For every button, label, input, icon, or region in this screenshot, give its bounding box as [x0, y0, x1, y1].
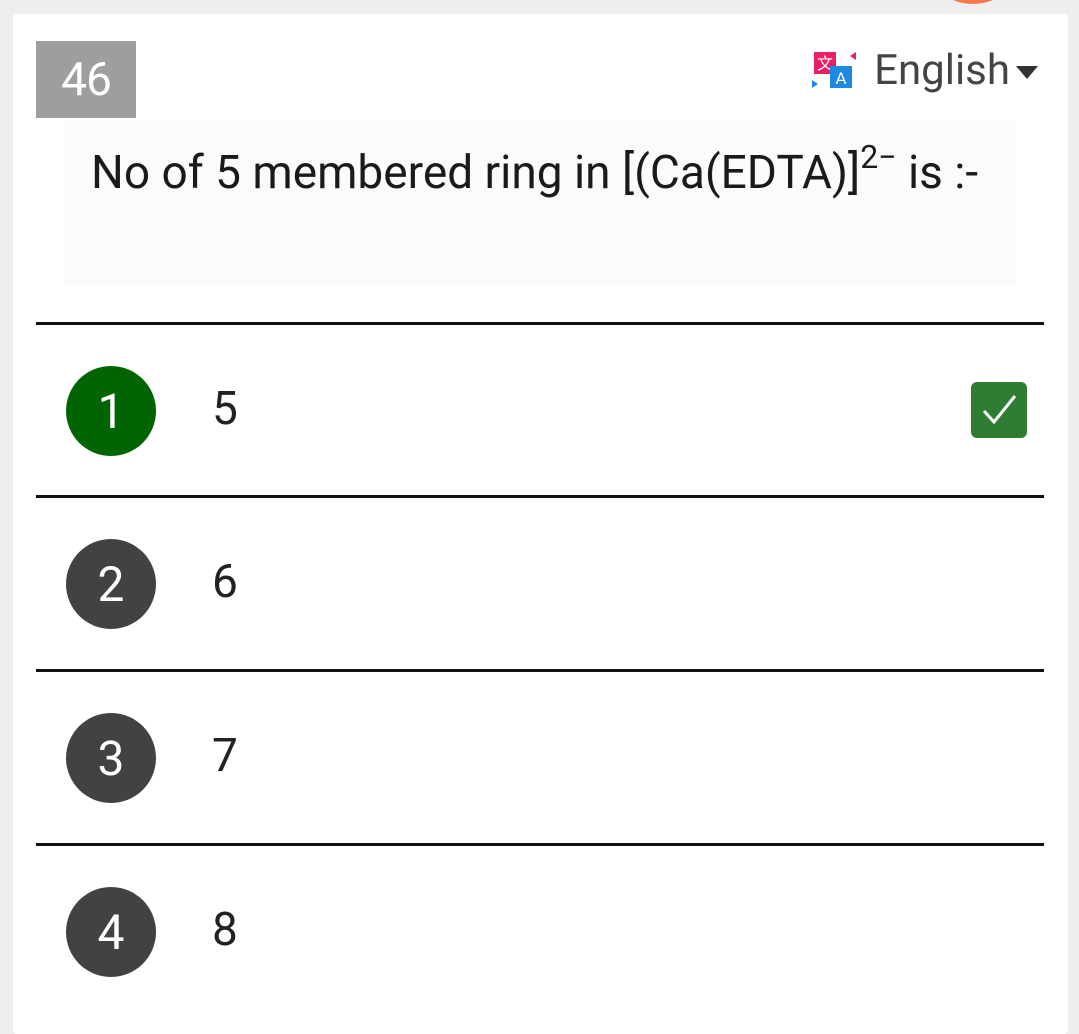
option-2[interactable]: 2 6 — [36, 498, 1044, 668]
question-text: No of 5 membered ring in [(Ca(EDTA)]2− i… — [91, 141, 1001, 200]
option-value: 6 — [212, 555, 238, 609]
language-selector[interactable]: 文 A English — [812, 45, 1038, 95]
question-box: No of 5 membered ring in [(Ca(EDTA)]2− i… — [65, 120, 1016, 286]
option-3[interactable]: 3 7 — [36, 672, 1044, 842]
question-number: 46 — [36, 41, 136, 118]
option-value: 8 — [212, 903, 238, 957]
question-text-superscript: 2− — [860, 138, 897, 176]
question-text-tail: is :- — [896, 146, 979, 200]
option-1[interactable]: 1 5 — [36, 325, 1044, 495]
option-number-badge: 3 — [66, 713, 156, 803]
notification-dot — [943, 0, 1003, 4]
checkmark-icon — [982, 395, 1017, 425]
option-number-badge: 4 — [66, 887, 156, 977]
caret-down-icon — [1016, 65, 1038, 79]
translate-icon: 文 A — [812, 52, 857, 88]
question-text-main: No of 5 membered ring in [(Ca(EDTA)] — [91, 146, 861, 200]
option-number-badge: 2 — [66, 539, 156, 629]
correct-checkbox-icon — [971, 382, 1027, 438]
option-4[interactable]: 4 8 — [36, 846, 1044, 1016]
option-value: 5 — [212, 382, 238, 436]
option-value: 7 — [212, 729, 238, 783]
question-card: 46 文 A English No of 5 membered ring in … — [13, 14, 1068, 1034]
svg-text:A: A — [836, 69, 847, 88]
language-label: English — [874, 45, 1010, 95]
option-number-badge: 1 — [66, 366, 156, 456]
